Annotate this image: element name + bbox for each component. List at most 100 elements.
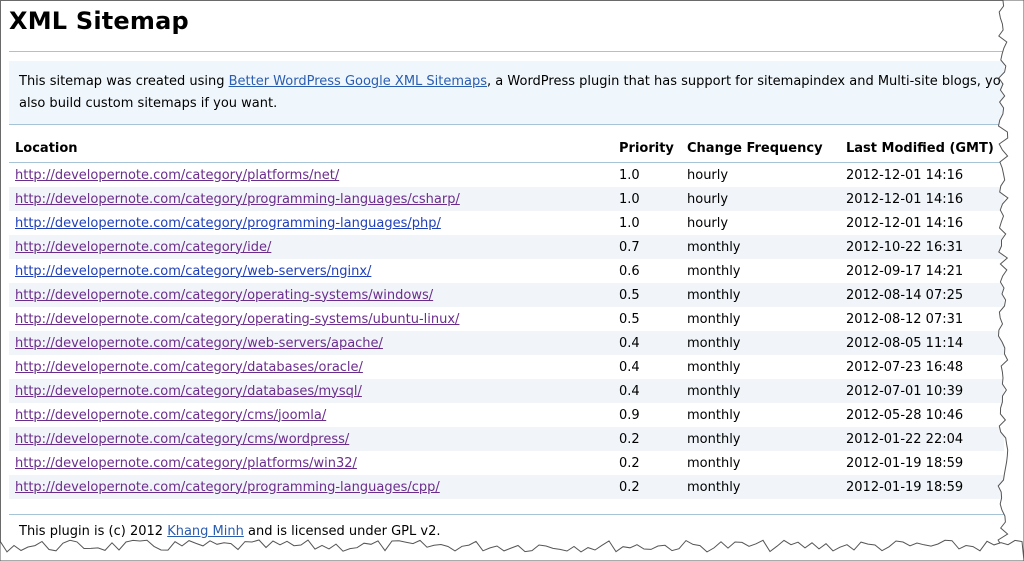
sitemap-url-link[interactable]: http://developernote.com/category/operat… [15, 312, 459, 327]
sitemap-url-link[interactable]: http://developernote.com/category/databa… [15, 384, 362, 399]
table-row: http://developernote.com/category/web-se… [9, 259, 1004, 283]
change-frequency-cell: monthly [681, 235, 840, 259]
footer-text-before: This plugin is (c) 2012 [19, 524, 168, 539]
table-row: http://developernote.com/category/progra… [9, 211, 1004, 235]
priority-cell: 0.9 [613, 403, 681, 427]
sitemap-url-link[interactable]: http://developernote.com/category/cms/wo… [15, 432, 349, 447]
location-cell: http://developernote.com/category/databa… [9, 355, 613, 379]
sitemap-url-link[interactable]: http://developernote.com/category/web-se… [15, 264, 371, 279]
change-frequency-cell: monthly [681, 259, 840, 283]
location-cell: http://developernote.com/category/progra… [9, 187, 613, 211]
divider [9, 514, 1004, 515]
change-frequency-cell: monthly [681, 331, 840, 355]
priority-cell: 0.7 [613, 235, 681, 259]
intro-line-2: also build custom sitemaps if you want. [19, 96, 278, 111]
last-modified-cell: 2012-01-19 18:59 [840, 475, 1004, 499]
sitemap-url-link[interactable]: http://developernote.com/category/progra… [15, 480, 440, 495]
location-cell: http://developernote.com/category/cms/wo… [9, 427, 613, 451]
header-location: Location [9, 134, 613, 163]
change-frequency-cell: hourly [681, 187, 840, 211]
priority-cell: 1.0 [613, 162, 681, 187]
last-modified-cell: 2012-05-28 10:46 [840, 403, 1004, 427]
location-cell: http://developernote.com/category/progra… [9, 211, 613, 235]
priority-cell: 0.2 [613, 427, 681, 451]
last-modified-cell: 2012-01-22 22:04 [840, 427, 1004, 451]
footer-text-after: and is licensed under GPL v2. [243, 524, 441, 539]
change-frequency-cell: monthly [681, 307, 840, 331]
priority-cell: 0.2 [613, 451, 681, 475]
table-row: http://developernote.com/category/progra… [9, 475, 1004, 499]
change-frequency-cell: hourly [681, 211, 840, 235]
last-modified-cell: 2012-08-14 07:25 [840, 283, 1004, 307]
change-frequency-cell: monthly [681, 283, 840, 307]
table-row: http://developernote.com/category/cms/wo… [9, 427, 1004, 451]
change-frequency-cell: hourly [681, 162, 840, 187]
sitemap-url-link[interactable]: http://developernote.com/category/progra… [15, 192, 460, 207]
last-modified-cell: 2012-07-01 10:39 [840, 379, 1004, 403]
table-row: http://developernote.com/category/operat… [9, 283, 1004, 307]
table-row: http://developernote.com/category/operat… [9, 307, 1004, 331]
last-modified-cell: 2012-07-23 16:48 [840, 355, 1004, 379]
table-body: http://developernote.com/category/platfo… [9, 162, 1004, 499]
table-row: http://developernote.com/category/platfo… [9, 162, 1004, 187]
last-modified-cell: 2012-12-01 14:16 [840, 211, 1004, 235]
location-cell: http://developernote.com/category/platfo… [9, 451, 613, 475]
page-title: XML Sitemap [9, 7, 189, 35]
priority-cell: 0.5 [613, 283, 681, 307]
change-frequency-cell: monthly [681, 355, 840, 379]
location-cell: http://developernote.com/category/cms/jo… [9, 403, 613, 427]
change-frequency-cell: monthly [681, 427, 840, 451]
plugin-link[interactable]: Better WordPress Google XML Sitemaps [229, 74, 487, 89]
last-modified-cell: 2012-12-01 14:16 [840, 162, 1004, 187]
intro-text-after: , a WordPress plugin that has support fo… [487, 74, 1004, 89]
table-row: http://developernote.com/category/web-se… [9, 331, 1004, 355]
table-row: http://developernote.com/category/progra… [9, 187, 1004, 211]
last-modified-cell: 2012-10-22 16:31 [840, 235, 1004, 259]
header-last-modified: Last Modified (GMT) [840, 134, 1004, 163]
sitemap-page: XML Sitemap This sitemap was created usi… [0, 0, 1004, 548]
intro-box: This sitemap was created using Better Wo… [9, 61, 1004, 125]
sitemap-url-link[interactable]: http://developernote.com/category/platfo… [15, 168, 339, 183]
last-modified-cell: 2012-08-05 11:14 [840, 331, 1004, 355]
priority-cell: 0.4 [613, 355, 681, 379]
header-priority: Priority [613, 134, 681, 163]
sitemap-url-link[interactable]: http://developernote.com/category/databa… [15, 360, 363, 375]
header-change-frequency: Change Frequency [681, 134, 840, 163]
last-modified-cell: 2012-12-01 14:16 [840, 187, 1004, 211]
location-cell: http://developernote.com/category/platfo… [9, 162, 613, 187]
sitemap-url-link[interactable]: http://developernote.com/category/operat… [15, 288, 433, 303]
priority-cell: 0.4 [613, 331, 681, 355]
sitemap-url-link[interactable]: http://developernote.com/category/progra… [15, 216, 441, 231]
sitemap-url-link[interactable]: http://developernote.com/category/platfo… [15, 456, 357, 471]
priority-cell: 0.6 [613, 259, 681, 283]
intro-line-1: This sitemap was created using Better Wo… [19, 71, 1004, 93]
table-row: http://developernote.com/category/databa… [9, 355, 1004, 379]
sitemap-url-link[interactable]: http://developernote.com/category/web-se… [15, 336, 383, 351]
sitemap-table: Location Priority Change Frequency Last … [9, 134, 1004, 499]
table-row: http://developernote.com/category/platfo… [9, 451, 1004, 475]
location-cell: http://developernote.com/category/databa… [9, 379, 613, 403]
sitemap-url-link[interactable]: http://developernote.com/category/cms/jo… [15, 408, 326, 423]
table-row: http://developernote.com/category/databa… [9, 379, 1004, 403]
priority-cell: 0.4 [613, 379, 681, 403]
location-cell: http://developernote.com/category/progra… [9, 475, 613, 499]
footer: This plugin is (c) 2012 Khang Minh and i… [19, 524, 440, 539]
change-frequency-cell: monthly [681, 475, 840, 499]
change-frequency-cell: monthly [681, 403, 840, 427]
divider [9, 51, 1004, 52]
last-modified-cell: 2012-08-12 07:31 [840, 307, 1004, 331]
priority-cell: 1.0 [613, 187, 681, 211]
last-modified-cell: 2012-09-17 14:21 [840, 259, 1004, 283]
location-cell: http://developernote.com/category/operat… [9, 307, 613, 331]
table-row: http://developernote.com/category/cms/jo… [9, 403, 1004, 427]
location-cell: http://developernote.com/category/ide/ [9, 235, 613, 259]
change-frequency-cell: monthly [681, 451, 840, 475]
author-link[interactable]: Khang Minh [167, 524, 244, 539]
priority-cell: 0.2 [613, 475, 681, 499]
priority-cell: 0.5 [613, 307, 681, 331]
intro-text-before: This sitemap was created using [19, 74, 229, 89]
table-header-row: Location Priority Change Frequency Last … [9, 134, 1004, 163]
priority-cell: 1.0 [613, 211, 681, 235]
sitemap-url-link[interactable]: http://developernote.com/category/ide/ [15, 240, 271, 255]
last-modified-cell: 2012-01-19 18:59 [840, 451, 1004, 475]
